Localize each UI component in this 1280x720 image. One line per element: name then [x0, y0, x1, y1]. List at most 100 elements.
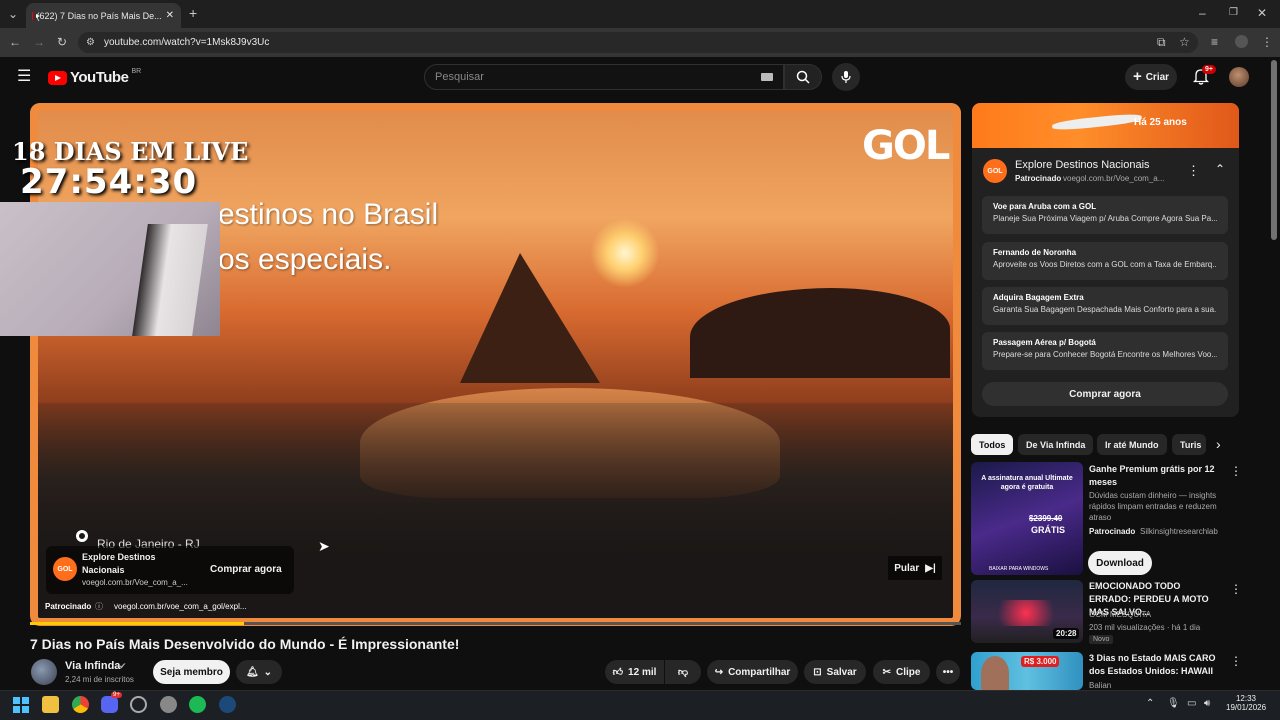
collapse-chevron-icon[interactable]: ⌃ [1215, 162, 1225, 176]
clip-button[interactable]: ✂ Clipe [873, 660, 930, 684]
spotify-icon[interactable] [189, 696, 206, 713]
share-button[interactable]: ↪ Compartilhar [707, 660, 798, 684]
thumb-footer-text: BAIXAR PARA WINDOWS [989, 566, 1049, 572]
sidebar-video-title[interactable]: 3 Dias no Estado MAIS CARO dos Estados U… [1089, 652, 1224, 678]
window-close-icon[interactable]: ✕ [1257, 7, 1267, 19]
ad-sitelink[interactable]: Adquira Bagagem Extra Garanta Sua Bagagem… [982, 287, 1228, 325]
sidebar-item-menu-icon[interactable]: ⋮ [1230, 464, 1242, 478]
voice-search-button[interactable] [832, 63, 860, 91]
notifications-button[interactable]: 9+ [1192, 65, 1216, 90]
sidebar-item-menu-icon[interactable]: ⋮ [1230, 654, 1242, 668]
page-scrollbar[interactable] [1271, 60, 1277, 240]
chip-ir-ate-mundo[interactable]: Ir até Mundo [1097, 434, 1167, 455]
sidebar-ad-thumbnail[interactable]: A assinatura anual Ultimate agora é grat… [971, 462, 1083, 575]
tab-close-icon[interactable]: ✕ [166, 10, 174, 21]
sponsored-info-icon[interactable]: ⓘ [95, 601, 103, 612]
youtube-logo[interactable]: YouTube BR [48, 68, 141, 86]
sitelink-title: Passagem Aérea p/ Bogotá [993, 338, 1096, 347]
forward-icon[interactable]: → [33, 36, 45, 48]
video-ad-cta-button[interactable]: Comprar agora [210, 564, 282, 575]
window-maximize-icon[interactable]: ❐ [1229, 7, 1238, 19]
save-button[interactable]: ⊡ Salvar [804, 660, 866, 684]
tray-volume-icon[interactable]: 🔊︎ [1204, 698, 1210, 709]
new-tab-icon[interactable]: + [189, 6, 197, 20]
profile-avatar[interactable] [1235, 35, 1248, 48]
thumb-promo-text: A assinatura anual Ultimate agora é grat… [981, 475, 1073, 491]
sidebar-video-channel[interactable]: GCM MESQUITA [1089, 609, 1151, 620]
browser-tab[interactable]: (622) 7 Dias no País Mais De... ✕ [26, 3, 181, 28]
bookmark-icon: ⊡ [813, 666, 822, 678]
tray-network-icon[interactable]: ▭ [1187, 698, 1196, 709]
ad-panel-cta-button[interactable]: Comprar agora [982, 382, 1228, 406]
bookmark-star-icon[interactable]: ☆ [1179, 36, 1190, 48]
ad-sitelink[interactable]: Passagem Aérea p/ Bogotá Prepare-se para … [982, 332, 1228, 370]
settings-gear-icon[interactable] [160, 696, 177, 713]
chip-de-via-infinda[interactable]: De Via Infinda [1018, 434, 1094, 455]
account-avatar[interactable] [1229, 67, 1249, 87]
sitelink-desc: Planeje Sua Próxima Viagem p/ Aruba Comp… [993, 214, 1217, 223]
create-label: Criar [1145, 71, 1170, 83]
tray-overflow-icon[interactable]: ⌃ [1146, 698, 1154, 709]
ad-sitelink[interactable]: Voe para Aruba com a GOL Planeje Sua Próx… [982, 196, 1228, 234]
file-explorer-icon[interactable] [42, 696, 59, 713]
new-badge: Novo [1089, 635, 1114, 644]
keyboard-icon[interactable] [761, 73, 773, 81]
steam-icon[interactable] [219, 696, 236, 713]
skip-next-icon: ▶| [925, 562, 936, 574]
youtube-logo-text: YouTube [70, 69, 129, 86]
obs-icon[interactable] [130, 696, 147, 713]
thumbs-down-icon: 👎︎ [677, 667, 689, 678]
sidebar-ad-title[interactable]: Ganhe Premium grátis por 12 meses [1089, 463, 1224, 489]
share-label: Compartilhar [728, 666, 791, 678]
sponsored-url[interactable]: voegol.com.br/voe_com_a_gol/expl... [114, 602, 247, 611]
gol-ad-banner[interactable]: Há 25 anos [972, 103, 1239, 148]
chip-todos[interactable]: Todos [971, 434, 1014, 455]
airplane-graphic [1051, 112, 1143, 132]
sidebar-ad-desc: Dúvidas custam dinheiro — insights rápid… [1089, 491, 1217, 522]
taskbar-clock[interactable]: 12:33 19/01/2026 [1226, 694, 1266, 712]
guide-menu-icon[interactable]: ☰ [17, 69, 31, 85]
join-member-button[interactable]: Seja membro [153, 660, 230, 684]
windows-start-icon[interactable] [13, 697, 29, 713]
video-progress-bar[interactable] [30, 622, 961, 625]
save-label: Salvar [826, 666, 857, 678]
back-icon[interactable]: ← [9, 36, 21, 48]
video-thumbnail[interactable]: 20:28 [971, 580, 1083, 643]
install-app-icon[interactable]: ⧉ [1157, 36, 1166, 48]
chrome-icon[interactable] [72, 696, 89, 713]
url-bar[interactable]: ⚙ youtube.com/watch?v=1Msk8J9v3Uc [78, 32, 1198, 53]
video-thumbnail[interactable]: R$ 3.000 [971, 652, 1083, 690]
chips-next-chevron-icon[interactable]: › [1216, 436, 1221, 452]
dislike-button[interactable]: 👎︎ [665, 660, 701, 684]
sugarloaf-mountain-graphic [460, 253, 600, 383]
ad-panel-menu-icon[interactable]: ⋮ [1187, 163, 1200, 179]
ad-sitelink[interactable]: Fernando de Noronha Aproveite os Voos Dir… [982, 242, 1228, 280]
bell-outline-icon: 🔔︎ [245, 666, 259, 678]
gol-panel-logo: GOL [983, 159, 1007, 183]
ad-panel-title[interactable]: Explore Destinos Nacionais [1015, 159, 1150, 171]
skip-ad-button[interactable]: Pular ▶| [888, 556, 942, 580]
sidebar-ad-sponsor-name: Silkinsightresearchlab [1140, 527, 1218, 536]
discord-icon[interactable]: 9+ [101, 692, 122, 713]
tab-search-chevron-icon[interactable]: ⌄ [8, 8, 18, 20]
ad-panel-url[interactable]: voegol.com.br/Voe_com_a... [1063, 174, 1164, 183]
ad-panel-sponsored: Patrocinado [1015, 174, 1062, 183]
channel-avatar[interactable] [31, 659, 57, 685]
channel-name[interactable]: Via Infinda [65, 660, 120, 672]
sidebar-item-menu-icon[interactable]: ⋮ [1230, 582, 1242, 596]
site-info-icon[interactable]: ⚙ [86, 37, 95, 49]
search-button[interactable] [784, 64, 822, 90]
more-actions-button[interactable]: ••• [936, 660, 960, 684]
window-minimize-icon[interactable]: – [1199, 7, 1206, 19]
reload-icon[interactable]: ↻ [57, 36, 67, 48]
subscribed-bell-button[interactable]: 🔔︎ ⌄ [236, 660, 282, 684]
like-button[interactable]: 👍︎ 12 mil [605, 660, 664, 684]
tray-mic-icon[interactable]: 🎙︎ [1167, 698, 1180, 709]
media-control-icon[interactable]: ≡ [1211, 36, 1218, 48]
chip-turismo[interactable]: Turis [1172, 434, 1206, 455]
download-button[interactable]: Download [1088, 551, 1152, 575]
create-button[interactable]: + Criar [1125, 64, 1177, 90]
thumb-price: $2399.40 [1029, 514, 1063, 523]
search-input[interactable]: Pesquisar [424, 64, 784, 90]
browser-menu-icon[interactable]: ⋮ [1261, 36, 1273, 48]
